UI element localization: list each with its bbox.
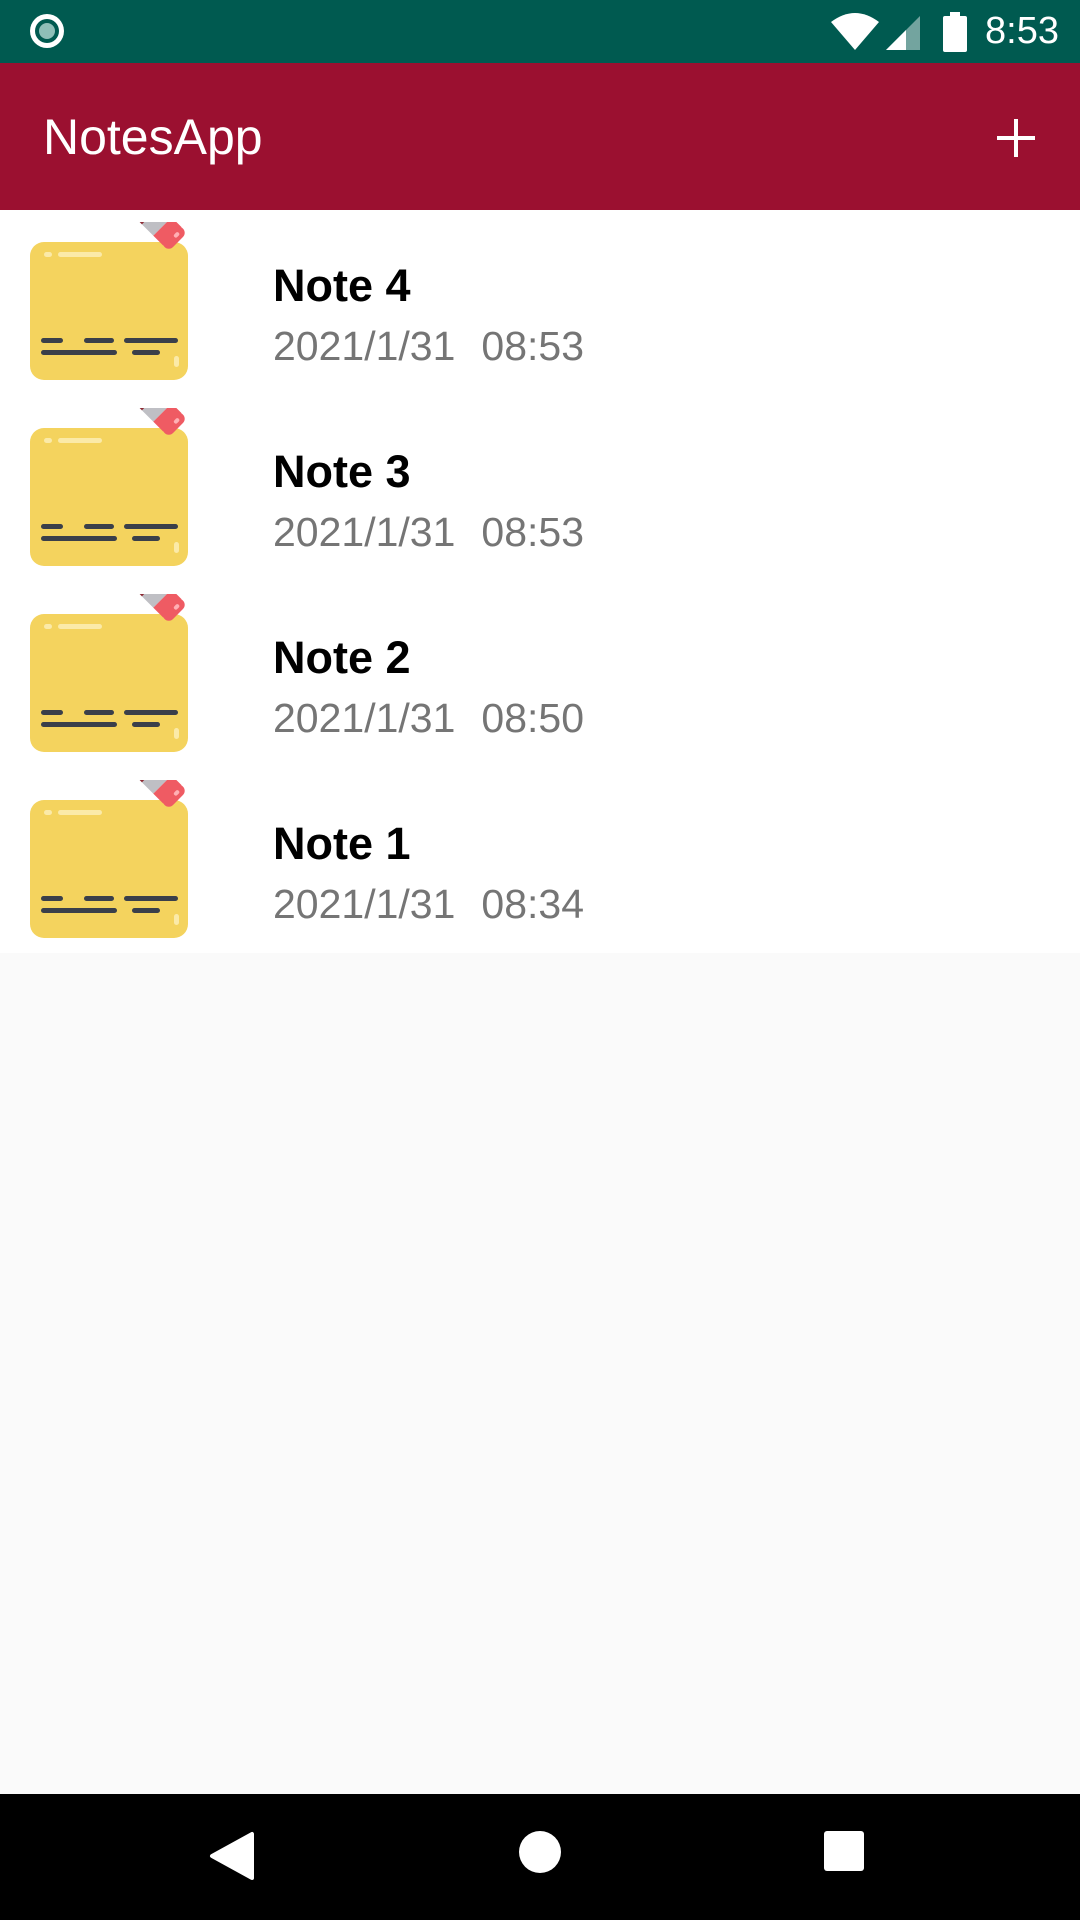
note-pencil-icon bbox=[30, 408, 188, 566]
note-list: Note 4 2021/1/31 08:53 Note 3 2021/1/31 08… bbox=[0, 210, 1080, 953]
note-time: 08:50 bbox=[481, 695, 585, 741]
note-title: Note 3 bbox=[273, 446, 411, 497]
cell-signal-icon bbox=[886, 16, 920, 50]
note-title: Note 2 bbox=[273, 632, 411, 683]
status-bar: 8:53 bbox=[0, 0, 1080, 63]
plus-icon bbox=[997, 119, 1035, 157]
note-timestamp: 2021/1/31 08:50 bbox=[273, 694, 584, 742]
note-list-item[interactable]: Note 2 2021/1/31 08:50 bbox=[0, 582, 1080, 768]
note-title: Note 4 bbox=[273, 260, 411, 311]
battery-icon bbox=[943, 12, 967, 52]
back-icon[interactable] bbox=[208, 1830, 258, 1882]
home-icon[interactable] bbox=[518, 1830, 562, 1874]
note-date: 2021/1/31 bbox=[273, 881, 456, 927]
note-pencil-icon bbox=[30, 594, 188, 752]
note-time: 08:34 bbox=[481, 881, 585, 927]
note-pencil-icon bbox=[30, 222, 188, 380]
note-time: 08:53 bbox=[481, 323, 585, 369]
note-timestamp: 2021/1/31 08:34 bbox=[273, 880, 584, 928]
recents-icon[interactable] bbox=[823, 1830, 865, 1872]
note-time: 08:53 bbox=[481, 509, 585, 555]
note-timestamp: 2021/1/31 08:53 bbox=[273, 322, 584, 370]
note-date: 2021/1/31 bbox=[273, 695, 456, 741]
note-pencil-icon bbox=[30, 780, 188, 938]
add-note-button[interactable] bbox=[980, 103, 1052, 175]
app-bar: NotesApp bbox=[0, 63, 1080, 210]
status-time: 8:53 bbox=[985, 10, 1059, 52]
notification-dot-icon bbox=[30, 14, 64, 48]
app-title: NotesApp bbox=[43, 109, 263, 165]
note-timestamp: 2021/1/31 08:53 bbox=[273, 508, 584, 556]
wifi-icon bbox=[831, 13, 879, 50]
note-date: 2021/1/31 bbox=[273, 323, 456, 369]
note-date: 2021/1/31 bbox=[273, 509, 456, 555]
note-list-item[interactable]: Note 3 2021/1/31 08:53 bbox=[0, 396, 1080, 582]
navigation-bar bbox=[0, 1794, 1080, 1920]
note-list-item[interactable]: Note 4 2021/1/31 08:53 bbox=[0, 210, 1080, 396]
note-list-item[interactable]: Note 1 2021/1/31 08:34 bbox=[0, 768, 1080, 954]
note-title: Note 1 bbox=[273, 818, 411, 869]
